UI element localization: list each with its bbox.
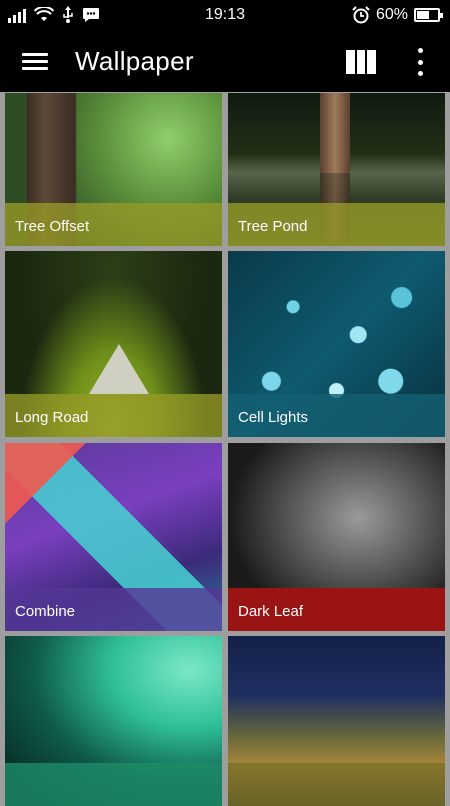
menu-icon[interactable] [20, 48, 50, 76]
wallpaper-label: Tree Pond [228, 203, 445, 246]
app-bar: Wallpaper [0, 32, 450, 92]
wallpaper-tile-fiber[interactable] [5, 636, 222, 806]
wallpaper-tile-tree-pond[interactable]: Tree Pond [228, 93, 445, 246]
wallpaper-label: Cell Lights [228, 394, 445, 437]
wallpaper-tile-cell-lights[interactable]: Cell Lights [228, 251, 445, 437]
wallpaper-label: Combine [5, 588, 222, 631]
grid-view-icon[interactable] [346, 50, 377, 74]
wallpaper-tile-tree-offset[interactable]: Tree Offset [5, 93, 222, 246]
battery-percent: 60% [375, 6, 408, 23]
alarm-icon [352, 6, 370, 24]
wallpaper-label: Tree Offset [5, 203, 222, 246]
status-bar: 19:13 60% [0, 0, 450, 32]
status-right-icons: 60% [352, 6, 443, 24]
wallpaper-tile-long-road[interactable]: Long Road [5, 251, 222, 437]
more-vert-icon[interactable] [414, 48, 426, 76]
battery-level [417, 11, 429, 19]
page-title: Wallpaper [75, 46, 194, 76]
wallpaper-tile-dark-leaf[interactable]: Dark Leaf [228, 443, 445, 631]
wallpaper-label: Long Road [5, 394, 222, 437]
wallpaper-tile-combine[interactable]: Combine [5, 443, 222, 631]
battery-icon [414, 8, 443, 22]
wallpaper-tile-forest-night[interactable] [228, 636, 445, 806]
wallpaper-label: Dark Leaf [228, 588, 445, 631]
